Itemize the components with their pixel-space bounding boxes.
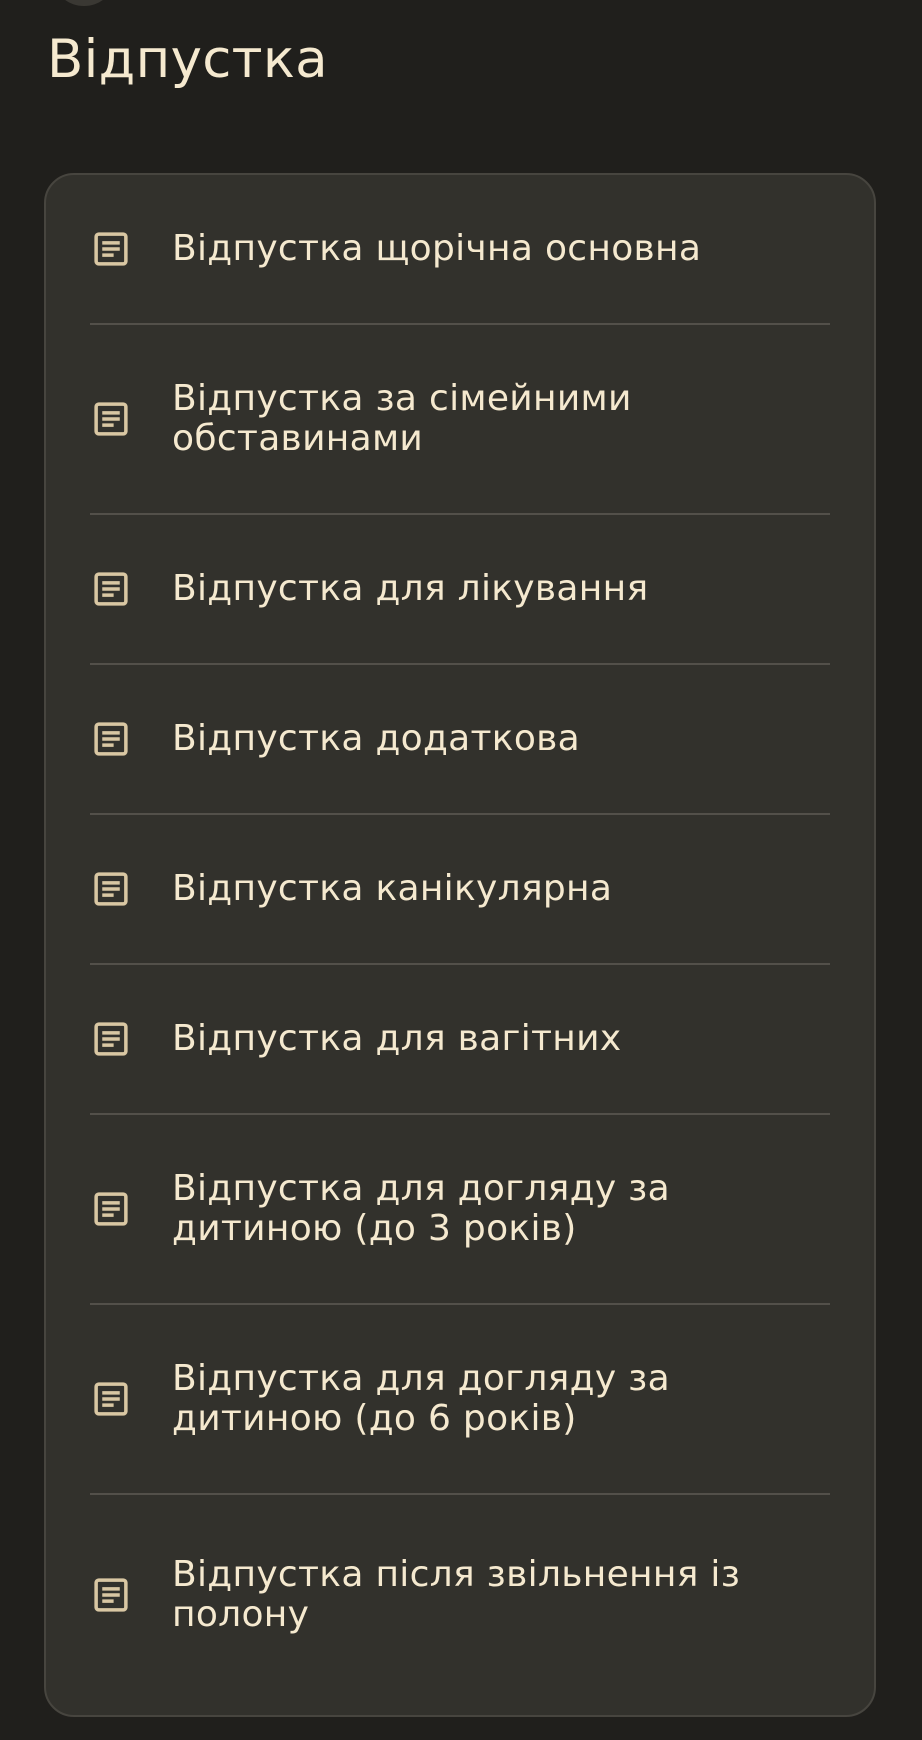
document-icon (90, 1574, 132, 1616)
document-icon (90, 1018, 132, 1060)
leave-types-card: Відпустка щорічна основна Відпустка за с… (44, 173, 876, 1717)
list-item-label: Відпустка канікулярна (172, 868, 613, 909)
list-item-vacation-leave[interactable]: Відпустка канікулярна (90, 815, 830, 965)
list-item-label: Відпустка для догляду за дитиною (до 6 р… (172, 1358, 670, 1439)
document-icon (90, 398, 132, 440)
back-button[interactable] (56, 0, 112, 6)
list-item-maternity-leave[interactable]: Відпустка для вагітних (90, 965, 830, 1115)
list-item-label: Відпустка додаткова (172, 718, 581, 759)
document-icon (90, 1378, 132, 1420)
document-icon (90, 868, 132, 910)
list-item-label: Відпустка для догляду за дитиною (до 3 р… (172, 1168, 670, 1249)
list-item-childcare-6-leave[interactable]: Відпустка для догляду за дитиною (до 6 р… (90, 1305, 830, 1495)
list-item-medical-leave[interactable]: Відпустка для лікування (90, 515, 830, 665)
leave-types-list: Відпустка щорічна основна Відпустка за с… (90, 175, 830, 1695)
document-icon (90, 228, 132, 270)
list-item-childcare-3-leave[interactable]: Відпустка для догляду за дитиною (до 3 р… (90, 1115, 830, 1305)
list-item-annual-leave[interactable]: Відпустка щорічна основна (90, 175, 830, 325)
page-title: Відпустка (47, 29, 328, 90)
list-item-family-leave[interactable]: Відпустка за сімейними обставинами (90, 325, 830, 515)
document-icon (90, 718, 132, 760)
document-icon (90, 568, 132, 610)
list-item-captivity-release-leave[interactable]: Відпустка після звільнення із полону (90, 1495, 830, 1695)
list-item-label: Відпустка за сімейними обставинами (172, 378, 632, 459)
list-item-label: Відпустка для вагітних (172, 1018, 622, 1059)
document-icon (90, 1188, 132, 1230)
list-item-label: Відпустка для лікування (172, 568, 649, 609)
list-item-additional-leave[interactable]: Відпустка додаткова (90, 665, 830, 815)
list-item-label: Відпустка щорічна основна (172, 228, 702, 269)
list-item-label: Відпустка після звільнення із полону (172, 1554, 741, 1635)
